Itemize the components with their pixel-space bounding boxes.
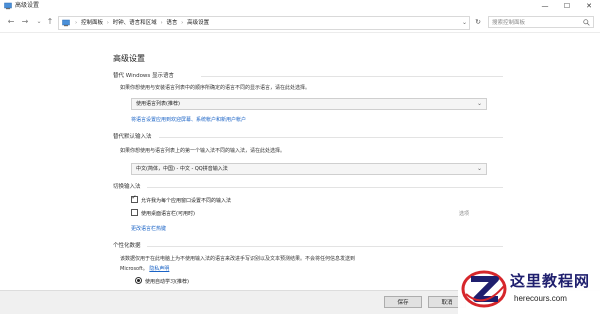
- section-divider: [147, 246, 503, 247]
- display-language-heading: 替代 Windows 显示语言: [113, 73, 175, 79]
- per-app-input-label: 允许我为每个应用窗口设置不同的输入法: [141, 198, 232, 204]
- watermark-url: herecours.com: [514, 294, 567, 303]
- save-button[interactable]: 保存: [384, 296, 422, 308]
- search-icon: [583, 19, 590, 26]
- personalization-heading: 个性化数据: [113, 243, 141, 249]
- breadcrumb-control-panel[interactable]: 控制面板: [81, 20, 103, 26]
- address-bar[interactable]: › 控制面板 › 时钟、语言和区域 › 语言 › 高级设置 ⌄: [58, 16, 470, 30]
- recent-locations-chevron-icon[interactable]: ⌄: [34, 16, 44, 28]
- auto-learning-radio[interactable]: [135, 277, 142, 284]
- breadcrumb-advanced-settings[interactable]: 高级设置: [187, 20, 209, 26]
- forward-button[interactable]: →: [20, 16, 30, 28]
- auto-learning-option[interactable]: 使用自动学习(推荐): [135, 277, 189, 286]
- personalization-description-prefix: Microsoft。: [120, 266, 148, 272]
- window-title: 高级设置: [15, 2, 40, 9]
- window: 高级设置 — ☐ ✕ ← → ⌄ ↑ › 控制面板 › 时钟、语言和区域 › 语…: [0, 0, 600, 314]
- display-language-dropdown-value: 使用语言列表(推荐): [136, 101, 180, 107]
- maximize-button[interactable]: ☐: [556, 0, 578, 12]
- chevron-down-icon: ⌄: [476, 100, 482, 107]
- close-button[interactable]: ✕: [578, 0, 600, 12]
- auto-learning-label: 使用自动学习(推荐): [145, 279, 189, 285]
- change-hotkeys-link[interactable]: 更改语言栏热键: [131, 226, 166, 233]
- chevron-down-icon: ⌄: [476, 165, 482, 172]
- personalization-description: 该数据仅用于在此电脑上为不使用输入法的语言来改进手写识别以及文本预测结果。不会将…: [120, 256, 356, 262]
- input-method-description: 如果你想使用与语言列表上的第一个输入法不同的输入法，请在此处选择。: [120, 148, 286, 154]
- desktop-language-bar-label: 使用桌面语言栏(可用时): [141, 211, 195, 217]
- section-divider: [201, 76, 503, 77]
- watermark-title: 这里教程网: [510, 272, 591, 290]
- address-dropdown-chevron-icon[interactable]: ⌄: [462, 17, 467, 29]
- search-placeholder: 搜索控制面板: [492, 20, 526, 26]
- section-divider: [159, 137, 503, 138]
- watermark: 这里教程网 herecours.com: [458, 264, 600, 314]
- display-language-dropdown[interactable]: 使用语言列表(推荐) ⌄: [131, 98, 487, 110]
- display-language-description: 如果你想使用与安装语言列表中的顺序所确定的语言不同的显示语言，请在此处选择。: [120, 85, 311, 91]
- back-button[interactable]: ←: [6, 16, 16, 28]
- minimize-button[interactable]: —: [534, 0, 556, 12]
- refresh-button[interactable]: ↻: [472, 16, 484, 28]
- control-panel-icon: [4, 2, 12, 10]
- language-bar-options-link[interactable]: 选项: [459, 210, 469, 218]
- control-panel-icon: [62, 19, 70, 27]
- title-bar: 高级设置 — ☐ ✕: [0, 0, 600, 12]
- input-method-dropdown[interactable]: 中文(简体，中国) - 中文 - QQ拼音输入法 ⌄: [131, 163, 487, 175]
- site-logo-icon: [461, 270, 507, 308]
- desktop-language-bar-option[interactable]: 使用桌面语言栏(可用时): [131, 209, 195, 218]
- navigation-bar: ← → ⌄ ↑ › 控制面板 › 时钟、语言和区域 › 语言 › 高级设置 ⌄ …: [0, 12, 600, 33]
- up-button[interactable]: ↑: [45, 16, 55, 28]
- main-content: 高级设置 替代 Windows 显示语言 如果你想使用与安装语言列表中的顺序所确…: [113, 40, 503, 310]
- per-app-input-option[interactable]: 允许我为每个应用窗口设置不同的输入法: [131, 194, 232, 205]
- input-method-dropdown-value: 中文(简体，中国) - 中文 - QQ拼音输入法: [136, 166, 228, 172]
- window-controls: — ☐ ✕: [534, 0, 600, 12]
- personalization-description-line2: Microsoft。 隐私声明: [120, 266, 169, 273]
- breadcrumb-language[interactable]: 语言: [166, 20, 177, 26]
- breadcrumb: › 控制面板 › 时钟、语言和区域 › 语言 › 高级设置: [75, 20, 210, 26]
- breadcrumb-clock-language-region[interactable]: 时钟、语言和区域: [113, 20, 157, 26]
- search-input[interactable]: 搜索控制面板: [488, 16, 594, 28]
- section-divider: [147, 187, 503, 188]
- privacy-statement-link[interactable]: 隐私声明: [149, 266, 169, 272]
- apply-language-settings-link[interactable]: 将语言设置应用到欢迎屏幕、系统帐户和新用户帐户: [131, 117, 246, 124]
- switch-input-heading: 切换输入法: [113, 184, 141, 190]
- page-title: 高级设置: [113, 54, 145, 63]
- desktop-language-bar-checkbox[interactable]: [131, 209, 138, 216]
- input-method-heading: 替代默认输入法: [113, 134, 152, 140]
- per-app-input-checkbox[interactable]: [131, 194, 138, 203]
